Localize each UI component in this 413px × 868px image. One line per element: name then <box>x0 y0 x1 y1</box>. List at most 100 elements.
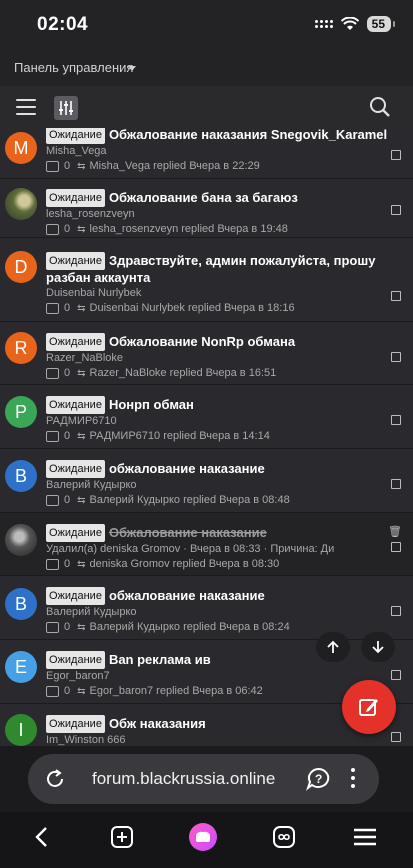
reply-arrow-icon: ⇆ <box>77 160 86 172</box>
avatar[interactable]: B <box>5 588 37 620</box>
thread-row[interactable]: M Ожидание Обжалование наказания Snegovik… <box>0 128 413 179</box>
scroll-up-button[interactable] <box>316 632 350 662</box>
trash-icon[interactable]: 🗑 <box>388 525 402 538</box>
thread-author[interactable]: Egor_baron7 <box>46 670 393 682</box>
thread-row[interactable]: R Ожидание Обжалование NonRp обмана Razer… <box>0 322 413 385</box>
control-panel-dropdown[interactable]: Панель управления <box>14 60 133 75</box>
status-badge: Ожидание <box>46 396 105 414</box>
thread-author[interactable]: Im_Winston 666 <box>46 734 393 746</box>
thread-meta: 0 ⇆ Валерий Кудырко replied Вчера в 08:24 <box>46 621 393 633</box>
avatar[interactable]: D <box>5 251 37 283</box>
thread-row[interactable]: B Ожидание обжалование наказание Валерий … <box>0 449 413 513</box>
filter-button[interactable] <box>54 96 78 120</box>
thread-title[interactable]: Обжалование наказания Snegovik_Karamel <box>109 128 387 142</box>
thread-author[interactable]: Валерий Кудырко <box>46 479 393 491</box>
thread-author[interactable]: Валерий Кудырко <box>46 606 393 618</box>
thread-meta: 0 ⇆ deniska Gromov replied Вчера в 08:30 <box>46 558 393 570</box>
reply-arrow-icon: ⇆ <box>77 494 86 506</box>
reply-count: 0 <box>64 223 71 235</box>
avatar[interactable] <box>5 524 37 556</box>
comment-icon <box>46 160 59 172</box>
select-checkbox[interactable] <box>391 205 401 215</box>
select-checkbox[interactable] <box>391 415 401 425</box>
select-checkbox[interactable] <box>391 479 401 489</box>
thread-author[interactable]: Razer_NaBloke <box>46 352 393 364</box>
thread-row-deleted[interactable]: Ожидание Обжалование наказание Удалил(а) … <box>0 513 413 576</box>
thread-meta: 0 ⇆ Валерий Кудырко replied Вчера в 08:48 <box>46 494 393 506</box>
reply-arrow-icon: ⇆ <box>77 558 86 570</box>
status-time: 02:04 <box>37 14 89 35</box>
thread-title[interactable]: Обжалование бана за багаюз <box>109 190 298 205</box>
avatar[interactable]: M <box>5 132 37 164</box>
reply-count: 0 <box>64 430 71 442</box>
last-reply[interactable]: Валерий Кудырко replied Вчера в 08:24 <box>90 621 290 633</box>
thread-author[interactable]: Misha_Vega <box>46 145 393 157</box>
status-bar: 02:04 55 <box>0 0 413 50</box>
select-checkbox[interactable] <box>391 670 401 680</box>
last-reply[interactable]: Валерий Кудырко replied Вчера в 08:48 <box>90 494 290 506</box>
chevron-down-icon[interactable] <box>128 66 136 71</box>
kebab-icon[interactable] <box>351 768 355 792</box>
forum-toolbar <box>0 86 413 129</box>
wifi-icon <box>340 17 359 30</box>
url-text[interactable]: forum.blackrussia.online <box>92 769 275 789</box>
thread-row[interactable]: Ожидание Обжалование бана за багаюз lesha… <box>0 179 413 238</box>
thread-title[interactable]: Нонрп обман <box>109 397 194 412</box>
back-button[interactable] <box>26 822 56 852</box>
status-badge: Ожидание <box>46 333 105 351</box>
last-reply[interactable]: lesha_rosenzveyn replied Вчера в 19:48 <box>90 223 288 235</box>
new-tab-button[interactable] <box>107 822 137 852</box>
thread-title[interactable]: Ban реклама ив <box>109 652 211 667</box>
thread-author[interactable]: Duisenbai Nurlybek <box>46 287 393 299</box>
menu-button[interactable] <box>350 822 380 852</box>
infinity-tabs-icon <box>273 826 295 848</box>
avatar[interactable]: E <box>5 651 37 683</box>
select-checkbox[interactable] <box>391 352 401 362</box>
last-reply[interactable]: Egor_baron7 replied Вчера в 06:42 <box>90 685 263 697</box>
new-thread-button[interactable] <box>342 680 396 734</box>
select-checkbox[interactable] <box>391 732 401 742</box>
last-reply[interactable]: РАДМИР6710 replied Вчера в 14:14 <box>90 430 270 442</box>
thread-title[interactable]: Обжалование NonRp обмана <box>109 334 295 349</box>
tabs-button[interactable] <box>269 822 299 852</box>
select-checkbox[interactable] <box>391 150 401 160</box>
reply-arrow-icon: ⇆ <box>77 367 86 379</box>
reload-icon[interactable] <box>44 768 66 790</box>
thread-author[interactable]: РАДМИР6710 <box>46 415 393 427</box>
select-checkbox[interactable] <box>391 606 401 616</box>
thread-title[interactable]: обжалование наказание <box>109 588 265 603</box>
question-bubble-icon[interactable]: ? <box>306 767 332 791</box>
last-reply[interactable]: Duisenbai Nurlybek replied Вчера в 18:16 <box>90 302 295 314</box>
last-reply[interactable]: deniska Gromov replied Вчера в 08:30 <box>90 558 280 570</box>
select-checkbox[interactable] <box>391 542 401 552</box>
thread-row[interactable]: B Ожидание обжалование наказание Валерий … <box>0 576 413 640</box>
avatar[interactable] <box>5 188 37 220</box>
avatar[interactable]: R <box>5 332 37 364</box>
thread-row[interactable]: P Ожидание Нонрп обман РАДМИР6710 0 ⇆ РАДМИ… <box>0 385 413 449</box>
alice-icon <box>189 823 217 851</box>
hamburger-icon[interactable] <box>16 99 36 115</box>
reply-count: 0 <box>64 685 71 697</box>
search-icon[interactable] <box>369 96 391 118</box>
comment-icon <box>46 494 59 506</box>
thread-author[interactable]: lesha_rosenzveyn <box>46 208 393 220</box>
last-reply[interactable]: Misha_Vega replied Вчера в 22:29 <box>90 160 260 172</box>
thread-title[interactable]: Обжалование наказание <box>109 525 267 540</box>
avatar[interactable]: P <box>5 396 37 428</box>
select-checkbox[interactable] <box>391 291 401 301</box>
sliders-icon <box>59 101 73 115</box>
thread-title[interactable]: обжалование наказание <box>109 461 265 476</box>
thread-row[interactable]: D Ожидание Здравствуйте, админ пожалуйста… <box>0 238 413 322</box>
comment-icon <box>46 367 59 379</box>
scroll-down-button[interactable] <box>361 632 395 662</box>
assistant-button[interactable] <box>188 822 218 852</box>
thread-meta: 0 ⇆ lesha_rosenzveyn replied Вчера в 19:48 <box>46 223 393 235</box>
address-bar[interactable]: forum.blackrussia.online ? <box>28 754 379 804</box>
avatar[interactable]: B <box>5 460 37 492</box>
last-reply[interactable]: Razer_NaBloke replied Вчера в 16:51 <box>90 367 277 379</box>
comment-icon <box>46 558 59 570</box>
avatar[interactable]: I <box>5 714 37 746</box>
reply-arrow-icon: ⇆ <box>77 302 86 314</box>
plus-square-icon <box>111 826 133 848</box>
thread-title[interactable]: Обж наказания <box>109 716 206 731</box>
